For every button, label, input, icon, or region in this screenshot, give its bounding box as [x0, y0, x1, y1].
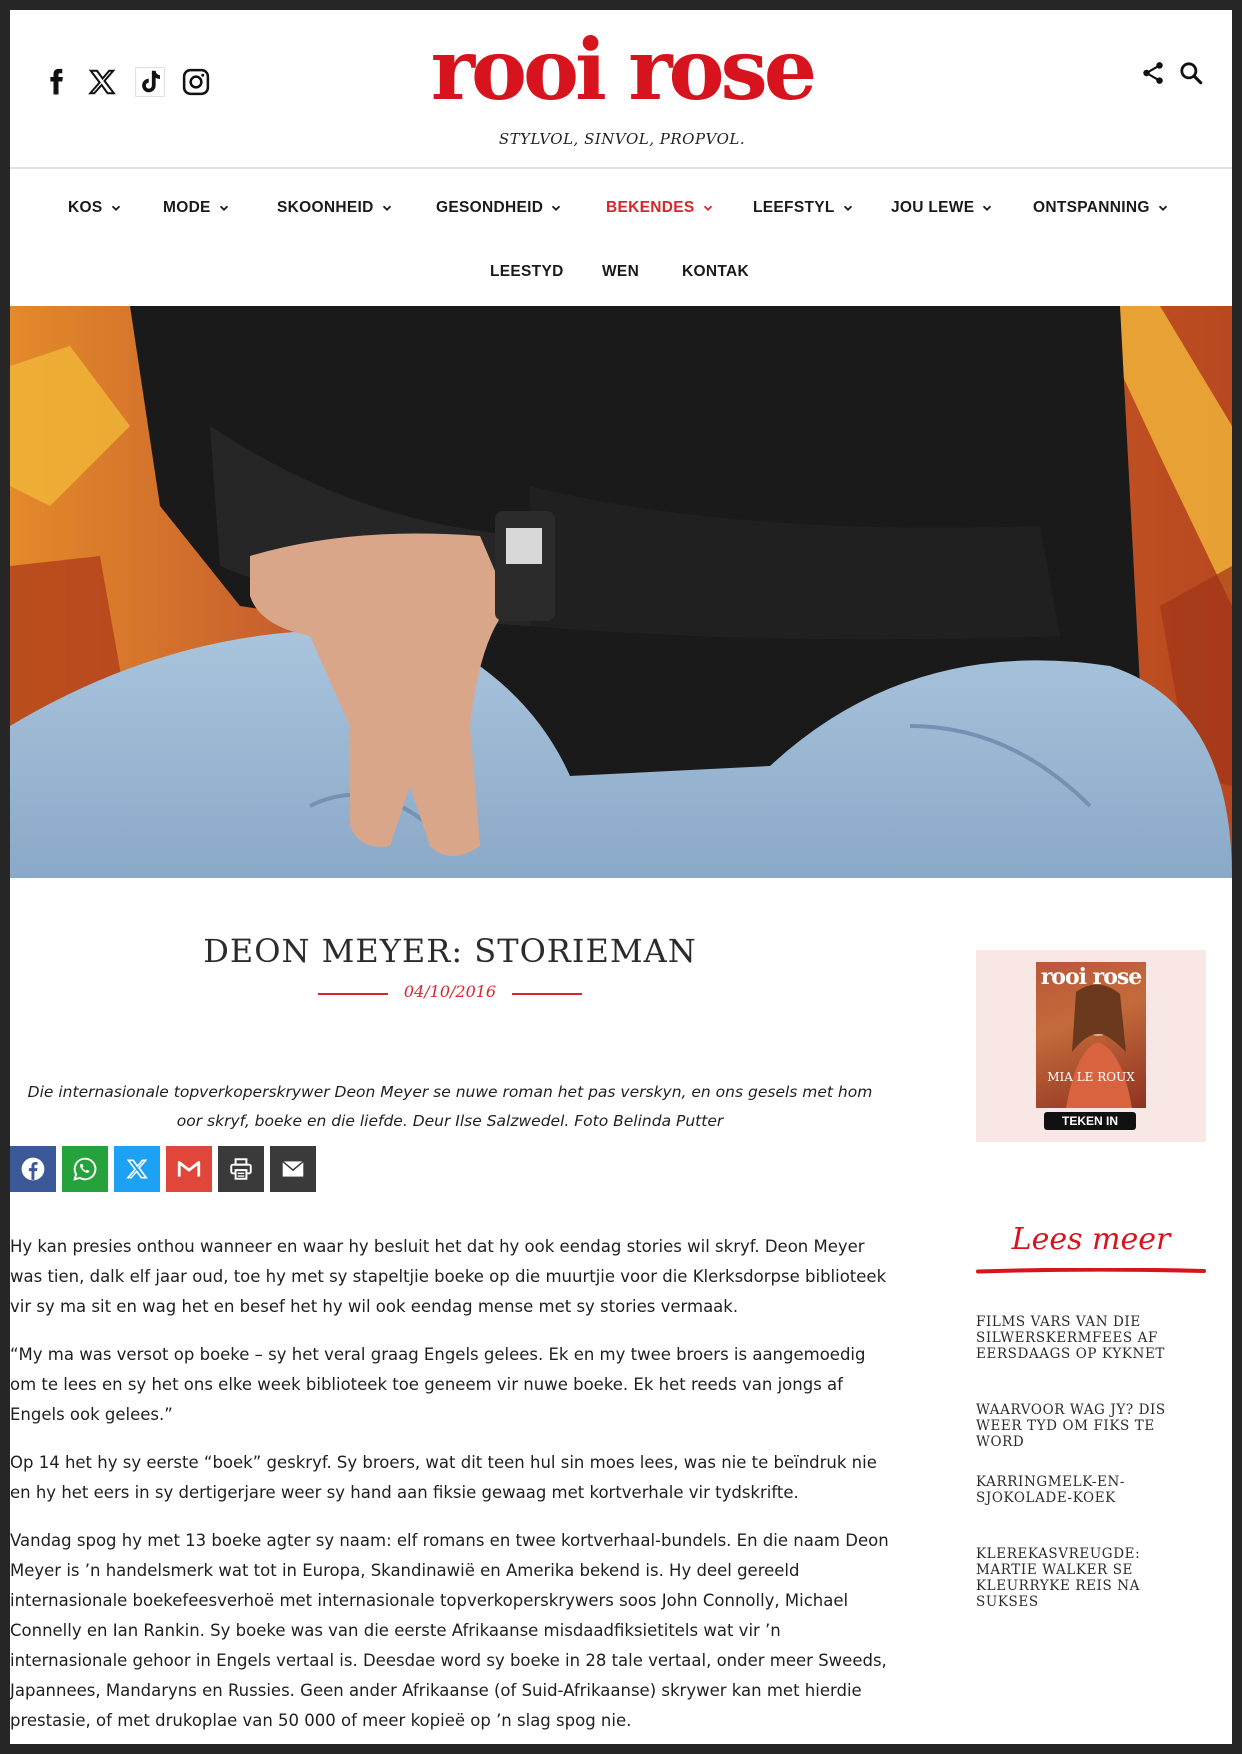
nav-item-label: JOU LEWE — [891, 199, 975, 216]
share-gmail-button[interactable] — [166, 1146, 212, 1192]
nav-item-label: KOS — [68, 199, 103, 216]
x-icon[interactable] — [82, 62, 122, 102]
share-email-button[interactable] — [270, 1146, 316, 1192]
chevron-down-icon — [552, 205, 561, 211]
sidebar-link[interactable]: WAARVOOR WAG JY? DIS WEER TYD OM FIKS TE… — [976, 1402, 1206, 1450]
subscribe-banner[interactable]: rooi rose MIA LE ROUX TEKEN IN — [976, 950, 1206, 1142]
nav-item-gesondheid[interactable]: GESONDHEID — [436, 199, 561, 217]
nav-item-label: LEEFSTYL — [753, 199, 835, 216]
search-icon[interactable] — [1178, 60, 1208, 90]
nav-item-leestyd[interactable]: LEESTYD — [490, 263, 564, 281]
chevron-down-icon — [1158, 205, 1167, 211]
share-print-button[interactable] — [218, 1146, 264, 1192]
nav-item-wen[interactable]: WEN — [602, 263, 639, 281]
lees-meer-underline — [976, 1268, 1206, 1274]
nav-item-kontak[interactable]: KONTAK — [682, 263, 749, 281]
magazine-cover-name: MIA LE ROUX — [1047, 1070, 1135, 1084]
nav-item-label: MODE — [163, 199, 211, 216]
article-paragraph: Op 14 het hy sy eerste “boek” geskryf. S… — [10, 1453, 877, 1502]
chevron-down-icon — [983, 205, 992, 211]
nav-item-kos[interactable]: KOS — [68, 199, 121, 217]
main-nav: KOS MODE SKOONHEID GESONDHEID BEKENDES L… — [10, 169, 1232, 306]
subscribe-button[interactable]: TEKEN IN — [1044, 1112, 1136, 1130]
nav-item-jou-lewe[interactable]: JOU LEWE — [891, 199, 992, 217]
nav-item-label: WEN — [602, 263, 640, 280]
share-x-button[interactable] — [114, 1146, 160, 1192]
article-date-row: 04/10/2016 — [10, 982, 890, 1004]
nav-item-label: BEKENDES — [606, 199, 695, 216]
sidebar-link[interactable]: KARRINGMELK-EN-SJOKOLADE-KOEK — [976, 1474, 1206, 1506]
article-date: 04/10/2016 — [403, 982, 497, 1001]
nav-item-ontspanning[interactable]: ONTSPANNING — [1033, 199, 1168, 217]
cover-model-image — [1066, 984, 1132, 1108]
email-icon — [282, 1160, 304, 1177]
nav-item-label: SKOONHEID — [277, 199, 374, 216]
nav-item-mode[interactable]: MODE — [163, 199, 229, 217]
instagram-icon[interactable] — [176, 62, 216, 102]
chevron-down-icon — [703, 205, 712, 211]
facebook-icon[interactable] — [36, 62, 76, 102]
nav-item-skoonheid[interactable]: SKOONHEID — [277, 199, 392, 217]
lees-meer-heading: Lees meer — [1011, 1222, 1171, 1257]
gmail-icon — [177, 1161, 201, 1177]
nav-item-leefstyl[interactable]: LEEFSTYL — [753, 199, 853, 217]
facebook-icon — [21, 1157, 45, 1181]
share-icon[interactable] — [1140, 60, 1170, 90]
sidebar-link[interactable]: FILMS VARS VAN DIE SILWERSKERMFEES AF EE… — [976, 1314, 1206, 1362]
sidebar-link[interactable]: KLEREKASVREUGDE: MARTIE WALKER SE KLEURR… — [976, 1546, 1206, 1610]
article-title: DEON MEYER: STORIEMAN — [203, 932, 697, 970]
article-lede: Die internasionale topverkoperskrywer De… — [27, 1083, 873, 1130]
nav-item-bekendes[interactable]: BEKENDES — [606, 199, 713, 217]
whatsapp-icon — [73, 1157, 97, 1181]
hero-image — [10, 306, 1232, 878]
site-tagline: STYLVOL, SINVOL, PROPVOL. — [498, 130, 746, 148]
article-paragraph: Hy kan presies onthou wanneer en waar hy… — [10, 1237, 887, 1316]
share-whatsapp-button[interactable] — [62, 1146, 108, 1192]
site-header: rooi rose STYLVOL, SINVOL, PROPVOL. — [10, 10, 1232, 167]
date-divider-right — [512, 993, 582, 995]
chevron-down-icon — [843, 205, 852, 211]
share-facebook-button[interactable] — [10, 1146, 56, 1192]
nav-item-label: KONTAK — [682, 263, 749, 280]
page: rooi rose STYLVOL, SINVOL, PROPVOL. KOS … — [10, 10, 1232, 1744]
article-paragraph: Vandag spog hy met 13 boeke agter sy naa… — [10, 1531, 889, 1730]
nav-item-label: LEESTYD — [490, 263, 564, 280]
magazine-cover: rooi rose MIA LE ROUX — [1036, 962, 1146, 1108]
print-icon — [230, 1158, 252, 1180]
x-icon — [126, 1159, 148, 1179]
article-paragraph: “My ma was versot op boeke – sy het vera… — [10, 1345, 866, 1424]
nav-item-label: ONTSPANNING — [1033, 199, 1150, 216]
site-logo[interactable]: rooi rose — [422, 28, 822, 112]
chevron-down-icon — [111, 205, 120, 211]
chevron-down-icon — [382, 205, 391, 211]
share-bar — [10, 1146, 316, 1194]
nav-item-label: GESONDHEID — [436, 199, 544, 216]
chevron-down-icon — [219, 205, 228, 211]
article-body: Hy kan presies onthou wanneer en waar hy… — [10, 1232, 890, 1744]
tiktok-icon[interactable] — [130, 62, 170, 102]
